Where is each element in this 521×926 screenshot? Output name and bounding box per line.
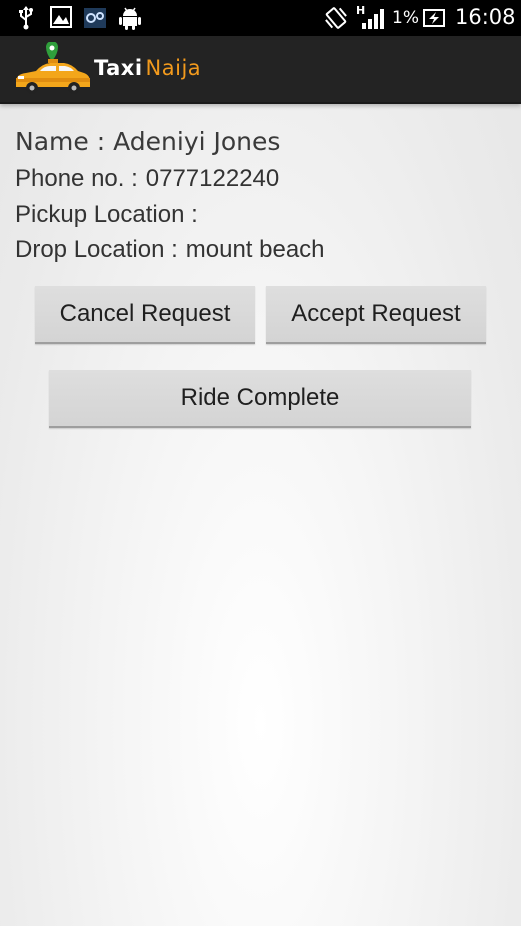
brand-taxi: Taxi: [94, 56, 143, 80]
cancel-request-button[interactable]: Cancel Request: [35, 286, 255, 344]
battery-charging-icon: [423, 9, 445, 27]
app-title: Taxi Naija: [94, 56, 201, 80]
settings-icon: [84, 8, 106, 28]
image-icon: [50, 6, 72, 28]
drop-value: mount beach: [185, 236, 325, 263]
ride-complete-button[interactable]: Ride Complete: [49, 370, 471, 428]
clock: 16:08: [455, 5, 516, 29]
name-row: Name : Adeniyi Jones: [15, 127, 280, 156]
phone-row: Phone no. : 0777122240: [15, 165, 279, 193]
name-value: Adeniyi Jones: [113, 127, 281, 156]
signal-icon: [362, 9, 384, 29]
drop-label: Drop Location :: [15, 236, 178, 263]
accept-request-button[interactable]: Accept Request: [266, 286, 486, 344]
name-label: Name :: [15, 127, 106, 156]
android-icon: [119, 7, 141, 30]
drop-row: Drop Location : mount beach: [15, 236, 325, 264]
status-bar: H 1% 16:08: [0, 0, 521, 36]
pickup-row: Pickup Location :: [15, 201, 206, 229]
brand-naija: Naija: [145, 56, 202, 80]
phone-label: Phone no. :: [15, 165, 138, 192]
vibrate-icon: [325, 7, 347, 29]
phone-value: 0777122240: [145, 165, 280, 192]
taxi-car-icon[interactable]: [12, 42, 92, 98]
battery-percent: 1%: [392, 8, 419, 28]
pickup-label: Pickup Location :: [15, 201, 198, 228]
usb-icon: [19, 6, 33, 30]
app-bar: Taxi Naija: [0, 36, 521, 104]
